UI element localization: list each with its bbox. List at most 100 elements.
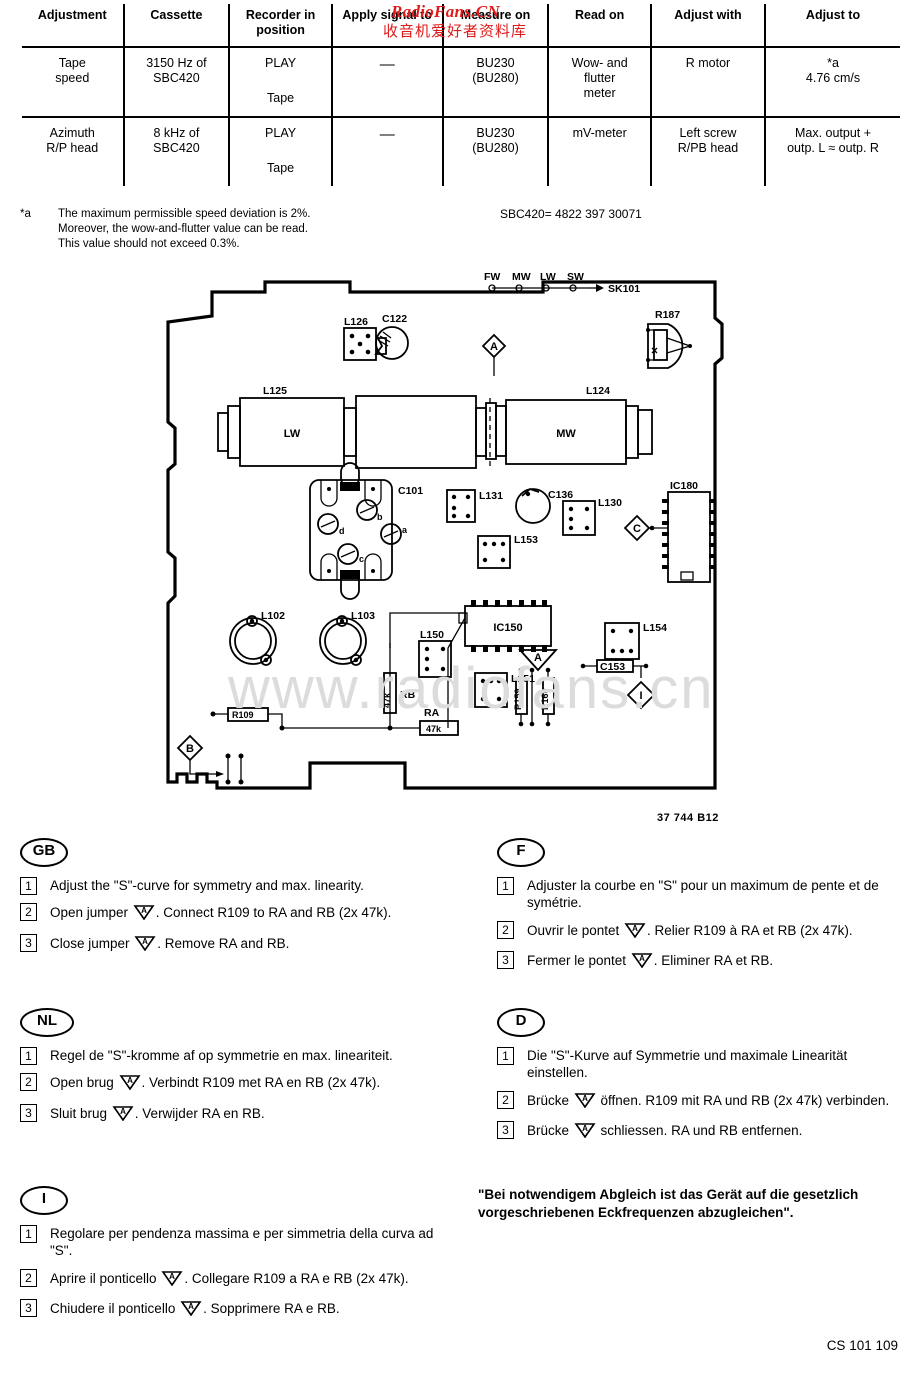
svg-text:L131: L131: [479, 490, 503, 502]
pcb-layout-diagram: .pl{fill:none;stroke:#000;} .thk{stroke-…: [0, 258, 920, 838]
step-text: Open brug A. Verbindt R109 met RA en RB …: [50, 1073, 450, 1094]
step-number: 1: [20, 1047, 37, 1065]
step-text: Regel de "S"-kromme af op symmetrie en m…: [50, 1048, 393, 1063]
component-L103: L103: [319, 610, 375, 666]
sbc-part-code: SBC420= 4822 397 30071: [500, 207, 642, 221]
svg-text:A: A: [632, 924, 638, 933]
instruction-step: 2 Brücke A öffnen. R109 mit RA und RB (2x…: [497, 1090, 909, 1112]
step-number: 3: [20, 1298, 37, 1317]
instruction-step: 3 Sluit brug A. Verwijder RA en RB.: [20, 1103, 450, 1125]
instruction-step: 2 Open brug A. Verbindt R109 met RA en RB…: [20, 1073, 450, 1094]
component-L150: L150: [418, 629, 452, 678]
svg-text:L124: L124: [586, 385, 610, 397]
svg-text:C136: C136: [548, 489, 573, 501]
svg-text:A: A: [639, 954, 645, 963]
svg-text:A: A: [490, 341, 498, 353]
step-text: Close jumper A. Remove RA and RB.: [50, 934, 450, 955]
page-code: CS 101 109: [826, 1338, 898, 1353]
svg-text:R187: R187: [655, 309, 680, 321]
svg-text:MW: MW: [556, 428, 576, 440]
svg-text:A: A: [142, 937, 148, 946]
component-L102: L102: [229, 610, 285, 666]
svg-text:b: b: [377, 512, 383, 522]
svg-text:L154: L154: [643, 622, 667, 634]
svg-text:A: A: [582, 1094, 588, 1103]
cell-read_on: Wow- and flutter meter: [547, 47, 651, 117]
table-header-0: Adjustment: [37, 8, 107, 22]
instruction-step: 1 Regel de "S"-kromme af op symmetrie en …: [20, 1047, 450, 1065]
jumper-symbol-icon: A: [112, 1104, 134, 1125]
component-C153: C153: [580, 659, 649, 678]
instruction-step: 1 Adjust the "S"-curve for symmetry and m…: [20, 877, 450, 895]
test-point-I: I: [626, 680, 656, 710]
table-body: Tape speed 3150 Hz of SBC420 PLAY Tape — BU230(…: [22, 47, 900, 186]
svg-text:MW: MW: [512, 271, 531, 283]
svg-text:C101: C101: [398, 485, 423, 497]
step-number: 3: [20, 1103, 37, 1122]
svg-text:d: d: [339, 526, 345, 536]
step-text: Adjust the "S"-curve for symmetry and ma…: [50, 878, 364, 893]
svg-text:L150: L150: [420, 629, 444, 641]
jumper-symbol-icon: A: [133, 903, 155, 924]
step-number: 3: [20, 933, 37, 952]
instructions-d: D 1 Die "S"-Kurve auf Symmetrie und maxim…: [497, 1008, 909, 1151]
svg-text:A: A: [582, 1124, 588, 1133]
component-L154: L154: [604, 622, 667, 660]
svg-text:L153: L153: [514, 534, 538, 546]
step-text: Die "S"-Kurve auf Symmetrie und maximale…: [527, 1048, 848, 1081]
step-number: 3: [497, 1120, 514, 1139]
step-number: 3: [497, 950, 514, 969]
instructions-i: I 1 Regolare per pendenza massima e per s…: [20, 1186, 450, 1329]
svg-text:L125: L125: [263, 385, 287, 397]
instructions-f: F 1 Adjuster la courbe en "S" pour un max…: [497, 838, 909, 981]
table-row: Azimuth R/P head 8 kHz of SBC420 PLAY Tape — BU…: [22, 117, 900, 186]
test-point-A-upper: A: [481, 333, 507, 376]
svg-text:FW: FW: [484, 271, 500, 283]
step-number: 1: [20, 877, 37, 895]
svg-text:C: C: [633, 523, 641, 535]
instruction-step: 3 Chiudere il ponticello A. Sopprimere RA…: [20, 1298, 450, 1320]
footnote-marker: *a: [20, 208, 31, 220]
test-point-A-lower: A: [517, 649, 559, 672]
svg-text:IC180: IC180: [670, 480, 698, 492]
table-row: Tape speed 3150 Hz of SBC420 PLAY Tape — BU230(…: [22, 47, 900, 117]
footnote-line-3: This value should not exceed 0.3%.: [58, 238, 240, 251]
steps-gb: 1 Adjust the "S"-curve for symmetry and m…: [20, 877, 450, 955]
cell-apply_signal_to: —: [330, 47, 443, 117]
instruction-step: 3 Brücke A schliessen. RA und RB entferne…: [497, 1120, 909, 1142]
svg-text:RA: RA: [424, 707, 440, 719]
step-number: 1: [497, 1047, 514, 1065]
adjustment-table: Adjustment Cassette Recorder in position Ap…: [22, 4, 900, 186]
svg-text:R160: R160: [540, 688, 550, 710]
jumper-symbol-icon: A: [631, 951, 653, 972]
test-point-C: C: [623, 514, 668, 542]
svg-text:c: c: [359, 554, 364, 564]
instruction-step: 3 Fermer le pontet A. Eliminer RA et RB.: [497, 950, 909, 972]
table-header-4: Measure on: [441, 4, 549, 47]
svg-text:R109: R109: [232, 710, 254, 720]
component-R160: R160: [540, 667, 555, 727]
lang-badge-nl: NL: [20, 1008, 74, 1037]
svg-text:A: A: [120, 1107, 126, 1116]
table-header-row: Adjustment Cassette Recorder in position Ap…: [22, 4, 900, 47]
ferrite-rod-coils: L125 LW L124 MW: [217, 385, 653, 469]
pcb-drawing-number: 37 744 B12: [657, 812, 719, 824]
component-L130: L130: [562, 497, 622, 536]
steps-i: 1 Regolare per pendenza massima e per sim…: [20, 1225, 450, 1320]
cell-adjust_with: Left screw R/PB head: [649, 117, 766, 186]
cell-read_on: mV-meter: [547, 117, 651, 186]
jumper-symbol-icon: A: [161, 1269, 183, 1290]
svg-text:B: B: [186, 743, 194, 755]
component-L126: L126: [343, 316, 377, 361]
step-number: 2: [20, 1073, 37, 1092]
instruction-step: 2 Open jumper A. Connect R109 to RA and R…: [20, 903, 450, 924]
step-text: Chiudere il ponticello A. Sopprimere RA …: [50, 1299, 450, 1320]
svg-text:47k: 47k: [426, 724, 442, 734]
table-header-2: Recorder in position: [228, 4, 332, 47]
svg-text:a: a: [402, 525, 408, 535]
svg-text:IC150: IC150: [493, 622, 522, 634]
component-R187: R187: [646, 309, 692, 369]
svg-text:LW: LW: [284, 428, 301, 440]
steps-nl: 1 Regel de "S"-kromme af op symmetrie en …: [20, 1047, 450, 1125]
steps-f: 1 Adjuster la courbe en "S" pour un maxim…: [497, 877, 909, 972]
